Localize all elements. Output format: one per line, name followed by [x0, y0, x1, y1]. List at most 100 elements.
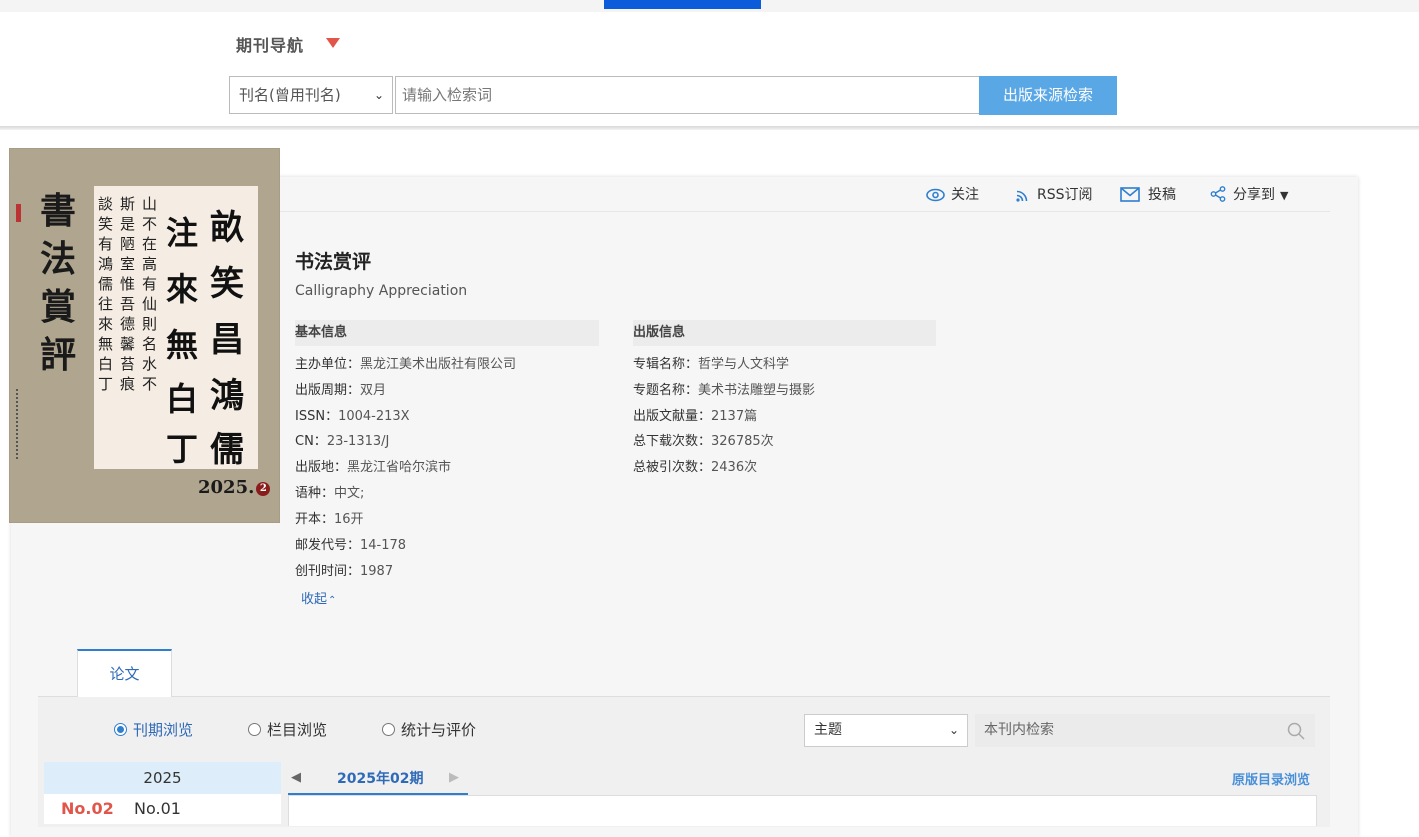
header-divider [0, 126, 1419, 130]
original-toc-link[interactable]: 原版目录浏览 [1232, 769, 1310, 788]
double-chevron-up-icon: ⌃ [328, 595, 337, 606]
field-select-value: 主题 [814, 722, 842, 738]
inner-search-input[interactable]: 本刊内检索 [975, 714, 1315, 747]
info-value: 黑龙江省哈尔滨市 [347, 460, 452, 475]
follow-label: 关注 [951, 187, 979, 203]
rss-icon [1016, 190, 1028, 202]
cover-title-char: 賞 [40, 286, 77, 328]
cover-title-char: 法 [40, 238, 77, 280]
info-key: 语种： [295, 486, 335, 501]
cover-title: 書 法 賞 評 [40, 187, 76, 379]
info-row-issn: ISSN：1004-213X [295, 407, 410, 427]
info-key: ISSN： [295, 409, 339, 424]
info-key: 总被引次数： [633, 460, 712, 475]
cover-title-char: 評 [40, 334, 77, 376]
share-icon [1210, 186, 1226, 202]
info-row-doc-count: 出版文献量：2137篇 [633, 407, 757, 427]
info-value: 1987 [360, 564, 394, 579]
info-row-series: 专辑名称：哲学与人文科学 [633, 355, 789, 375]
cover-char: 鴻 [210, 376, 244, 416]
info-value: 2436次 [711, 460, 758, 475]
info-value: 哲学与人文科学 [698, 357, 790, 372]
info-row-cn: CN：23-1313/J [295, 432, 389, 452]
mail-icon [1120, 187, 1140, 202]
next-issue-arrow-icon[interactable]: ▶ [449, 770, 459, 785]
info-row-founded: 创刊时间：1987 [295, 562, 393, 582]
cover-calligraphy-panel: 談笑有鴻儒往來無白丁 斯是陋室惟吾德馨苔痕 山不在高有仙則名水不 畝 笑 昌 鴻… [94, 186, 258, 470]
submit-label: 投稿 [1148, 187, 1176, 203]
cover-char: 白 [166, 380, 199, 418]
info-value: 326785次 [711, 434, 774, 449]
cover-char: 丁 [166, 430, 199, 468]
radio-indicator [382, 723, 395, 736]
info-key: 出版文献量： [633, 409, 712, 424]
cover-small-text [16, 389, 21, 459]
search-field-select[interactable]: 刊名(曾用刊名) ⌄ [229, 76, 393, 114]
cover-issue: 2025. 2 [198, 477, 271, 498]
info-key: 出版地： [295, 460, 348, 475]
rss-subscribe-button[interactable]: RSS订阅 [1016, 185, 1093, 205]
info-value: 1004-213X [338, 409, 410, 424]
search-input[interactable]: 请输入检索词 [395, 76, 980, 114]
eye-icon [926, 188, 945, 202]
info-key: 创刊时间： [295, 564, 361, 579]
inner-search-field-select[interactable]: 主题 ⌄ [804, 714, 968, 747]
cover-issue-year: 2025. [198, 477, 255, 498]
info-row-downloads: 总下载次数：326785次 [633, 432, 774, 452]
cover-char: 儒 [210, 430, 244, 470]
collapse-link[interactable]: 收起⌃ [301, 588, 336, 607]
tab-papers[interactable]: 论文 [77, 649, 172, 697]
share-button[interactable]: 分享到 ▼ [1210, 185, 1288, 205]
info-key: 专题名称： [633, 383, 699, 398]
journal-english-title: Calligraphy Appreciation [295, 283, 468, 299]
inner-search-placeholder: 本刊内检索 [984, 722, 1054, 738]
cover-issue-number: 2 [256, 482, 271, 496]
issue-list: No.02 No.01 [44, 794, 281, 824]
cover-char: 畝 [210, 208, 244, 248]
submit-manuscript-button[interactable]: 投稿 [1120, 185, 1176, 205]
issue-item[interactable]: No.01 [134, 799, 181, 818]
radio-label: 统计与评价 [401, 721, 477, 739]
caret-down-icon[interactable] [326, 38, 340, 48]
radio-stats-evaluation[interactable]: 统计与评价 [382, 720, 476, 740]
source-search-button[interactable]: 出版来源检索 [979, 76, 1117, 115]
cover-char: 無 [166, 326, 199, 364]
info-value: 黑龙江美术出版社有限公司 [360, 357, 517, 372]
info-key: 主办单位： [295, 357, 361, 372]
info-value: 双月 [360, 383, 387, 398]
rss-label: RSS订阅 [1037, 187, 1093, 203]
journal-nav-title[interactable]: 期刊导航 [236, 32, 304, 56]
info-value: 23-1313/J [326, 434, 390, 449]
info-key: 专辑名称： [633, 357, 699, 372]
info-key: CN： [295, 434, 327, 449]
cover-seal [16, 204, 21, 222]
issue-contents-area [288, 796, 1317, 826]
radio-column-browse[interactable]: 栏目浏览 [248, 720, 327, 740]
info-value: 中文; [334, 486, 365, 501]
collapse-label: 收起 [301, 592, 328, 607]
search-icon[interactable] [1287, 722, 1305, 740]
journal-title: 书法赏评 [295, 251, 372, 273]
cover-small-column: 斯是陋室惟吾德馨苔痕 [120, 195, 136, 393]
current-issue-label: 2025年02期 [337, 771, 424, 787]
radio-label: 栏目浏览 [267, 721, 328, 739]
current-issue-underline [288, 793, 468, 795]
radio-indicator [114, 723, 127, 736]
year-header[interactable]: 2025 [44, 762, 281, 794]
top-nav-active-indicator[interactable] [604, 0, 761, 9]
share-caret-icon: ▼ [1280, 189, 1289, 202]
info-row-citations: 总被引次数：2436次 [633, 458, 757, 478]
info-value: 2137篇 [711, 409, 758, 424]
issue-item-active[interactable]: No.02 [61, 799, 114, 818]
info-key: 开本： [295, 512, 335, 527]
info-row-frequency: 出版周期：双月 [295, 381, 386, 401]
publication-info-heading: 出版信息 [633, 320, 936, 346]
chevron-down-icon: ⌄ [948, 723, 959, 737]
info-row-postal-code: 邮发代号：14-178 [295, 536, 406, 556]
prev-issue-arrow-icon[interactable]: ◀ [291, 770, 301, 785]
follow-button[interactable]: 关注 [926, 185, 979, 205]
radio-issue-browse[interactable]: 刊期浏览 [114, 720, 193, 740]
info-row-sponsor: 主办单位：黑龙江美术出版社有限公司 [295, 355, 516, 375]
info-value: 16开 [334, 512, 364, 527]
cover-char: 來 [166, 270, 199, 308]
